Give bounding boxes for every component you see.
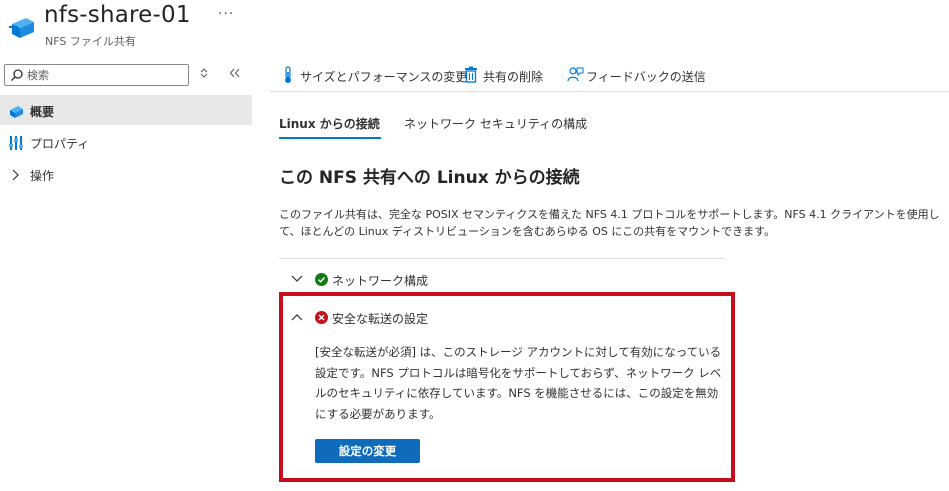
change-setting-button[interactable]: 設定の変更 xyxy=(315,439,420,463)
sidebar-item-properties[interactable]: プロパティ xyxy=(0,127,252,157)
sort-icon[interactable] xyxy=(199,67,209,79)
delete-share-button[interactable]: 共有の削除 xyxy=(463,66,553,84)
search-input[interactable] xyxy=(27,67,185,83)
chevron-up-icon[interactable] xyxy=(290,310,304,324)
properties-icon xyxy=(9,136,23,150)
accordion-label: ネットワーク構成 xyxy=(332,274,429,288)
sidebar-item-overview[interactable]: 概要 xyxy=(0,95,252,125)
accordion-secure-transfer[interactable]: 安全な転送の設定 xyxy=(290,309,490,327)
sidebar-item-label: プロパティ xyxy=(30,137,90,151)
sidebar-item-label: 概要 xyxy=(30,105,55,119)
secure-transfer-message: [安全な転送が必須] は、このストレージ アカウントに対して有効になっている設定… xyxy=(315,345,722,421)
search-box[interactable] xyxy=(4,64,189,86)
chevron-down-icon[interactable] xyxy=(290,272,304,286)
active-tab-indicator xyxy=(279,137,381,139)
more-options-icon[interactable]: ··· xyxy=(218,6,234,22)
section-description: このファイル共有は、完全な POSIX セマンティクスを備えた NFS 4.1 … xyxy=(279,208,940,238)
chevron-right-icon xyxy=(12,169,19,181)
file-share-icon xyxy=(9,18,34,38)
sidebar-item-operations[interactable]: 操作 xyxy=(0,159,252,189)
accordion-label: 安全な転送の設定 xyxy=(332,312,429,326)
tab-connect-linux[interactable]: Linux からの接続 xyxy=(279,115,380,132)
accordion-network-config[interactable]: ネットワーク構成 xyxy=(290,271,490,289)
send-feedback-button[interactable]: フィードバックの送信 xyxy=(566,66,706,84)
command-bar: サイズとパフォーマンスの変更 共有の削除 フィードバックの送信 xyxy=(270,58,949,92)
divider xyxy=(279,258,725,259)
file-share-icon xyxy=(10,106,23,118)
page-title: nfs-share-01 xyxy=(44,2,191,28)
resource-header: nfs-share-01 ··· NFS ファイル共有 xyxy=(0,0,949,58)
error-x-icon xyxy=(315,311,328,324)
page-subtitle: NFS ファイル共有 xyxy=(45,35,136,48)
feedback-icon xyxy=(567,67,584,82)
section-heading: この NFS 共有への Linux からの接続 xyxy=(279,168,580,188)
success-check-icon xyxy=(315,273,328,286)
sidebar: 概要 プロパティ 操作 xyxy=(0,58,252,491)
trash-icon xyxy=(465,66,477,83)
thermometer-icon xyxy=(285,66,291,83)
search-icon xyxy=(11,69,23,81)
sidebar-item-label: 操作 xyxy=(30,169,55,183)
change-size-performance-button[interactable]: サイズとパフォーマンスの変更 xyxy=(280,66,467,84)
tab-network-security[interactable]: ネットワーク セキュリティの構成 xyxy=(404,115,587,132)
collapse-sidebar-icon[interactable] xyxy=(229,67,241,79)
